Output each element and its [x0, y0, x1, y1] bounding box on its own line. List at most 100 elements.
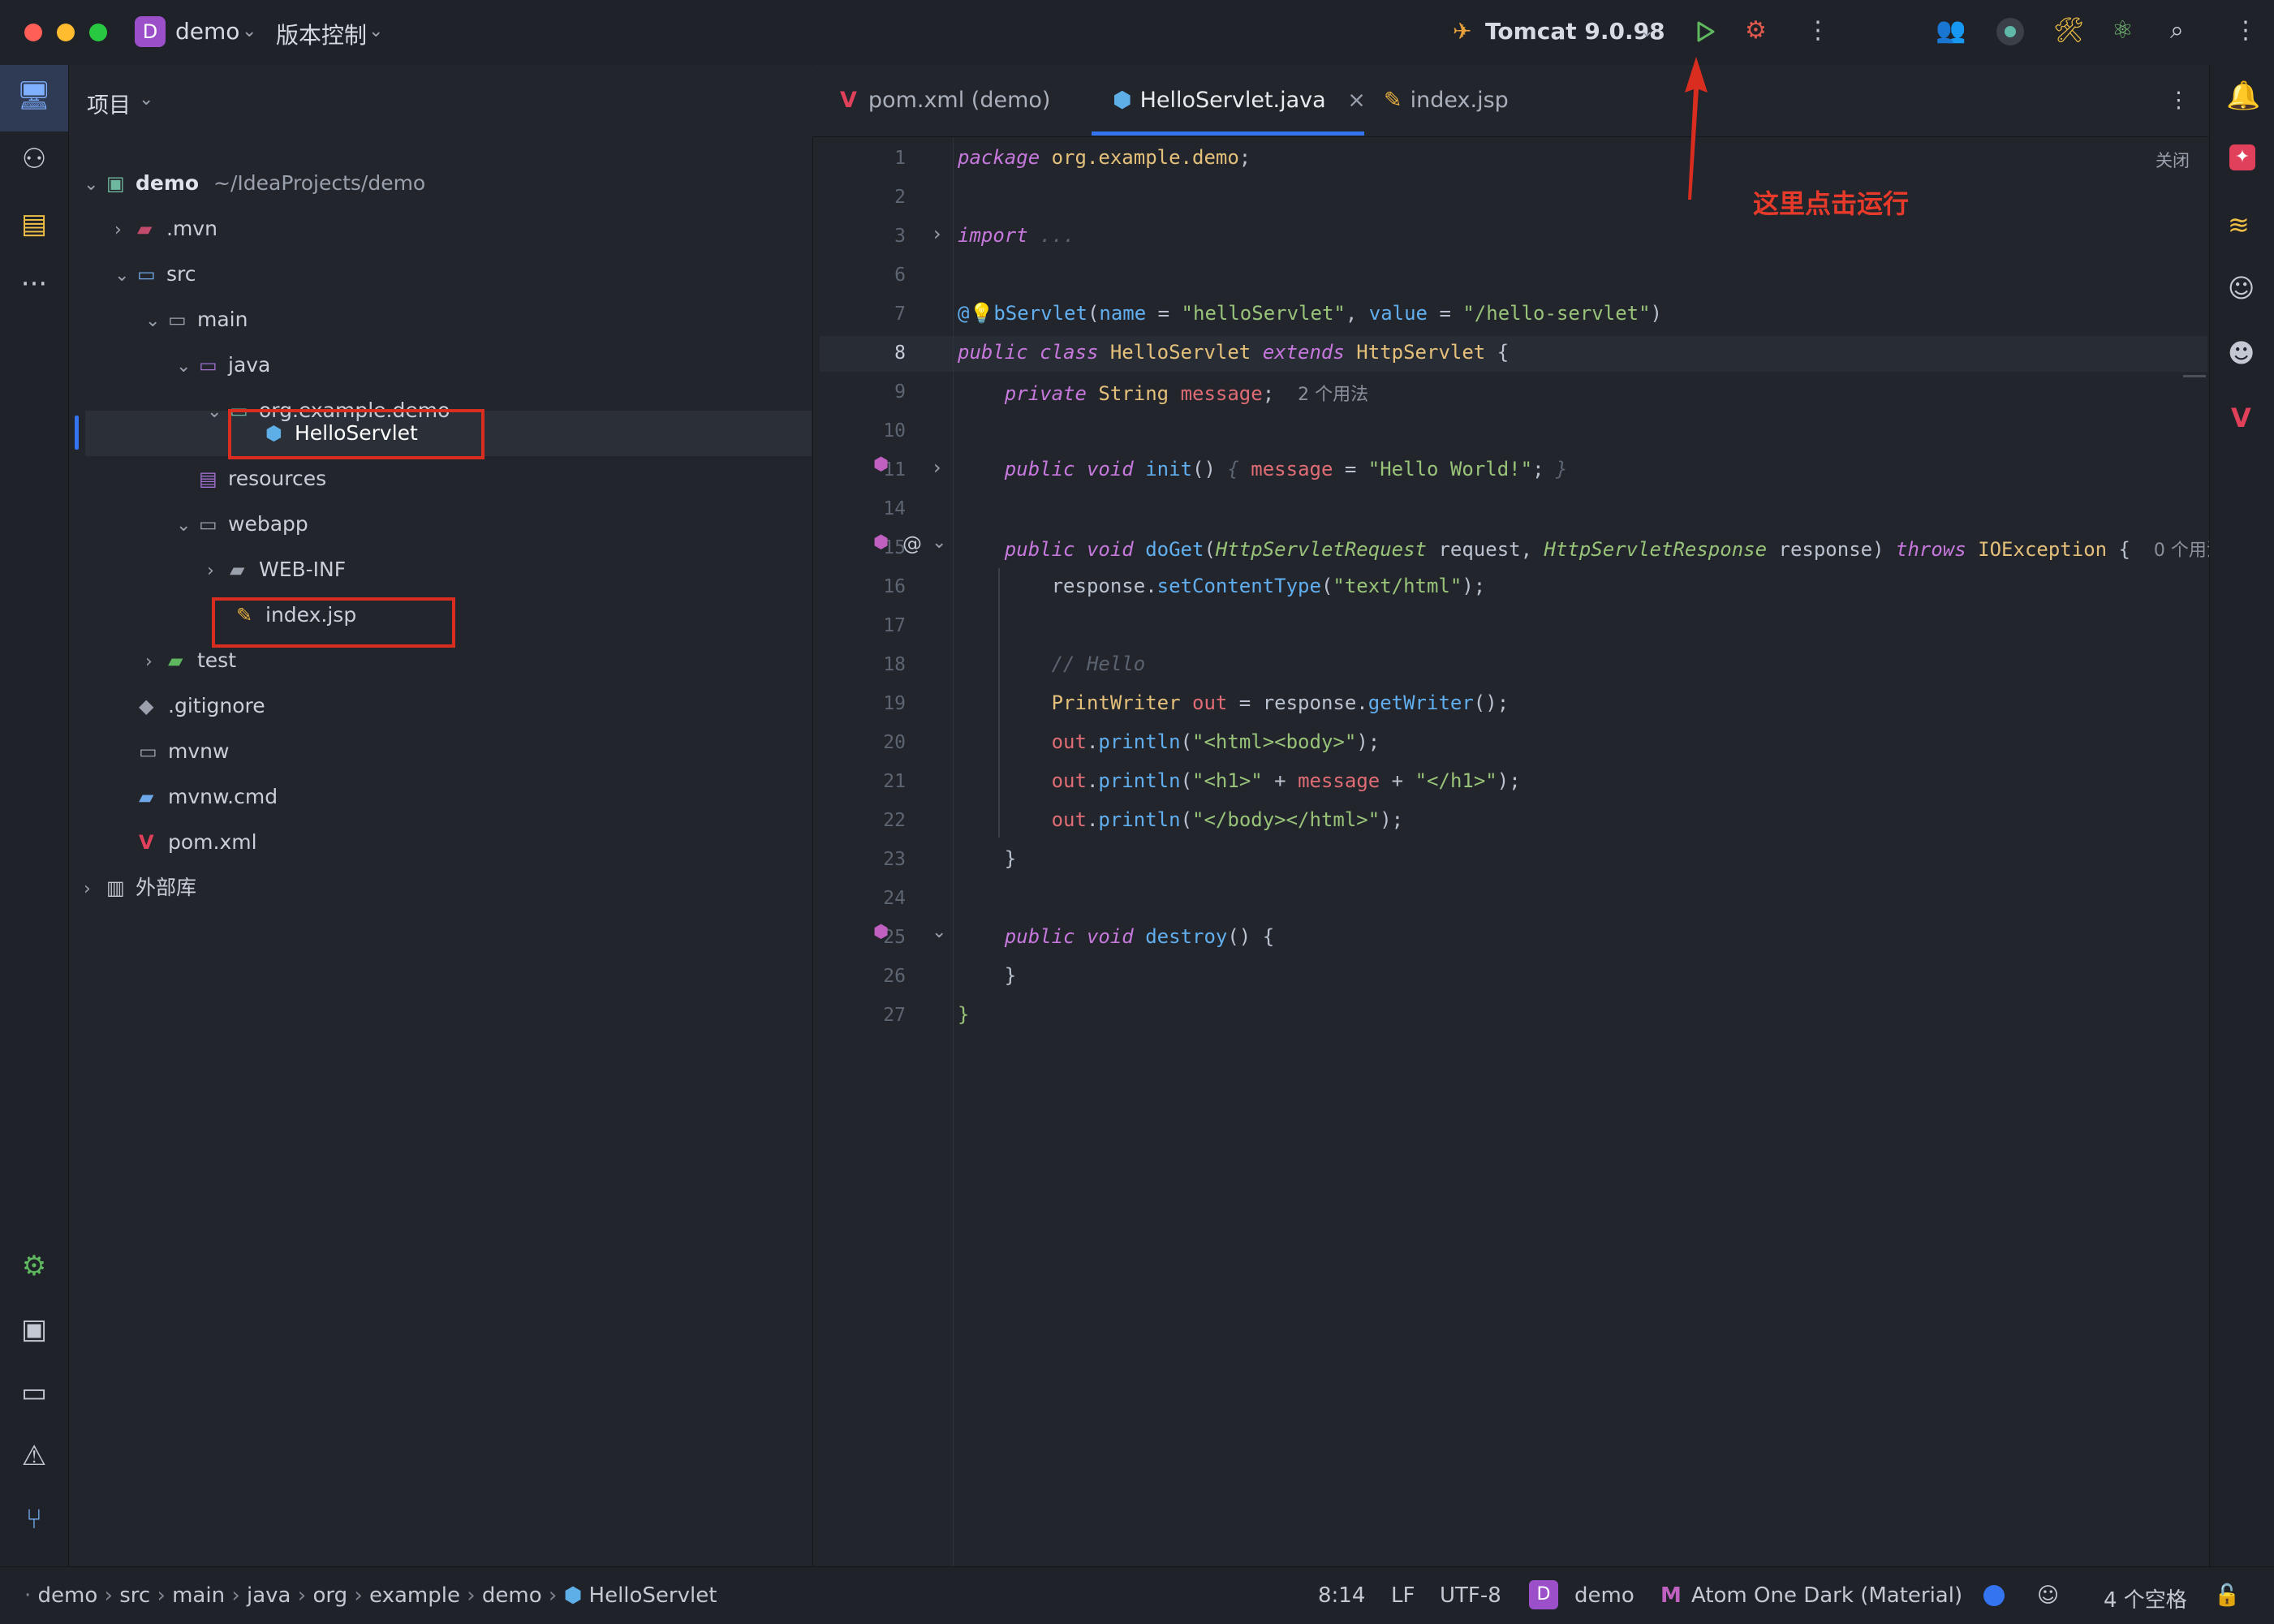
database-icon[interactable]: ≋: [2228, 209, 2250, 240]
module-name[interactable]: demo: [1574, 1583, 1634, 1608]
chevron-down-icon[interactable]: ⌄: [242, 21, 256, 41]
tab-pom-xml[interactable]: Vpom.xml (demo): [840, 65, 1050, 136]
chevron-down-icon[interactable]: ⌄: [84, 162, 106, 208]
chevron-down-icon[interactable]: ⌄: [139, 89, 153, 110]
breadcrumb-item[interactable]: main: [172, 1583, 225, 1608]
code-line[interactable]: public class HelloServlet extends HttpSe…: [958, 341, 1509, 364]
module-badge[interactable]: D: [1529, 1580, 1558, 1609]
copilot-status-icon[interactable]: ☺: [2037, 1583, 2059, 1608]
chevron-down-icon[interactable]: ⌄: [207, 390, 230, 435]
tree-item-webapp[interactable]: ⌄ ▭ webapp: [176, 502, 308, 547]
services-icon[interactable]: ⚙: [0, 1250, 68, 1282]
code-line[interactable]: out.println("<html><body>");: [958, 730, 1380, 753]
code-line[interactable]: }: [958, 1003, 969, 1026]
code-line[interactable]: out.println("</body></html>");: [958, 808, 1404, 831]
commit-icon[interactable]: ⚇: [0, 143, 68, 175]
minimize-window-button[interactable]: [57, 24, 75, 41]
override-gutter-icon[interactable]: ⬢: [873, 454, 889, 475]
usage-hint[interactable]: 2 个用法: [1298, 385, 1368, 405]
close-hint[interactable]: 关闭: [2156, 148, 2190, 172]
settings-more-icon[interactable]: ⋮: [2233, 16, 2258, 45]
code-line[interactable]: package org.example.demo;: [958, 146, 1251, 169]
breadcrumb-item[interactable]: org: [312, 1583, 347, 1608]
indent-setting[interactable]: 4 个空格: [2104, 1583, 2187, 1613]
more-vertical-icon[interactable]: ⋮: [1806, 16, 1830, 45]
chevron-down-icon[interactable]: ⌄: [176, 503, 199, 549]
search-icon[interactable]: ⌕: [2170, 16, 2184, 45]
tree-item-pomxml[interactable]: Vpom.xml: [139, 820, 257, 865]
tree-item-external-libraries[interactable]: › ▥ 外部库: [84, 865, 196, 911]
terminal-icon[interactable]: ▭: [0, 1376, 68, 1409]
override-gutter-icon[interactable]: ⬢: [873, 532, 889, 553]
tabs-more-icon[interactable]: ⋮: [2168, 65, 2190, 136]
close-icon[interactable]: ×: [1347, 88, 1366, 113]
override-gutter-icon[interactable]: ⬢: [873, 922, 889, 942]
code-with-me-icon[interactable]: 👥: [1936, 16, 1966, 45]
notifications-icon[interactable]: 🔔: [2226, 80, 2260, 112]
chevron-right-icon[interactable]: ›: [114, 208, 137, 253]
breadcrumb-item[interactable]: demo: [482, 1583, 542, 1608]
chevron-right-icon[interactable]: ›: [207, 549, 230, 594]
lock-icon[interactable]: 🔓: [2214, 1583, 2240, 1608]
tree-item-mvnw[interactable]: ▭ mvnw: [139, 729, 229, 774]
caret-position[interactable]: 8:14: [1318, 1583, 1365, 1608]
structure-icon[interactable]: ▤: [0, 208, 68, 240]
record-icon[interactable]: [1996, 18, 2024, 45]
chevron-down-icon[interactable]: ⌄: [145, 299, 168, 344]
code-line[interactable]: public void doGet(HttpServletRequest req…: [958, 536, 2224, 562]
file-encoding[interactable]: UTF-8: [1440, 1583, 1501, 1608]
vcs-menu[interactable]: 版本控制: [276, 18, 367, 50]
chevron-right-icon[interactable]: ›: [145, 640, 168, 685]
zoom-window-button[interactable]: [89, 24, 107, 41]
tab-helloservlet-java[interactable]: ⬢ HelloServlet.java ×: [1113, 65, 1366, 136]
chevron-down-icon[interactable]: ⌄: [1639, 21, 1654, 41]
problems-icon[interactable]: ⚠: [0, 1440, 68, 1472]
tree-item-gitignore[interactable]: ◆ .gitignore: [139, 683, 265, 729]
code-line[interactable]: out.println("<h1>" + message + "</h1>");: [958, 769, 1521, 792]
tree-item-demo[interactable]: ⌄ ▣ demo ~/IdeaProjects/demo: [84, 161, 425, 206]
code-line[interactable]: import ...: [958, 224, 1075, 247]
tree-item-webinf[interactable]: › ▰ WEB-INF: [207, 547, 346, 592]
tree-item-main[interactable]: ⌄ ▭ main: [145, 297, 248, 342]
debug-icon[interactable]: ⚙: [1745, 16, 1767, 45]
code-line[interactable]: response.setContentType("text/html");: [958, 575, 1486, 597]
breadcrumb-item[interactable]: java: [247, 1583, 291, 1608]
database-icon[interactable]: ▣: [0, 1313, 68, 1346]
theme-name[interactable]: Atom One Dark (Material): [1691, 1583, 1962, 1608]
code-line[interactable]: }: [958, 964, 1016, 987]
more-tools-icon[interactable]: ···: [0, 268, 68, 300]
tree-item-src[interactable]: ⌄ ▭ src: [114, 252, 196, 297]
project-name[interactable]: demo: [175, 18, 239, 45]
chevron-down-icon[interactable]: ⌄: [114, 253, 137, 299]
panel-title[interactable]: 项目: [87, 88, 131, 119]
tree-item-resources[interactable]: ▤ resources: [199, 456, 326, 502]
breadcrumb-item[interactable]: example: [369, 1583, 460, 1608]
tree-item-mvnwcmd[interactable]: ▰ mvnw.cmd: [139, 774, 278, 820]
line-ending[interactable]: LF: [1391, 1583, 1415, 1608]
status-indicator[interactable]: [1983, 1585, 2005, 1606]
copilot-chat-icon[interactable]: ☻: [2228, 338, 2255, 368]
code-line[interactable]: }: [958, 847, 1016, 870]
run-button[interactable]: [1691, 18, 1719, 49]
maven-icon[interactable]: V: [2231, 403, 2251, 433]
run-config-selector[interactable]: Tomcat 9.0.98: [1485, 18, 1665, 45]
tab-index-jsp[interactable]: ✎ index.jsp: [1384, 65, 1509, 136]
git-branch-icon[interactable]: ⑂: [0, 1503, 68, 1536]
close-window-button[interactable]: [24, 24, 42, 41]
code-line[interactable]: public void init() { message = "Hello Wo…: [958, 458, 1568, 480]
fold-expand-icon[interactable]: ›: [933, 222, 941, 245]
breadcrumb-item[interactable]: HelloServlet: [589, 1583, 717, 1608]
fold-collapse-icon[interactable]: ⌄: [932, 532, 946, 553]
breadcrumb-item[interactable]: demo: [38, 1583, 98, 1608]
copilot-icon[interactable]: ☺: [2228, 273, 2255, 304]
tree-item-java[interactable]: ⌄ ▭ java: [176, 342, 270, 388]
chevron-right-icon[interactable]: ›: [84, 867, 106, 912]
code-line[interactable]: PrintWriter out = response.getWriter();: [958, 691, 1510, 714]
breadcrumb-item[interactable]: src: [119, 1583, 150, 1608]
fold-collapse-icon[interactable]: ⌄: [932, 922, 946, 942]
mapping-gutter-icon[interactable]: @: [902, 532, 922, 555]
ai-assistant-icon[interactable]: ⚛: [2112, 16, 2134, 45]
project-badge[interactable]: D: [135, 16, 166, 47]
chevron-down-icon[interactable]: ⌄: [368, 21, 383, 41]
tree-item-mvn[interactable]: › ▰ .mvn: [114, 206, 217, 252]
